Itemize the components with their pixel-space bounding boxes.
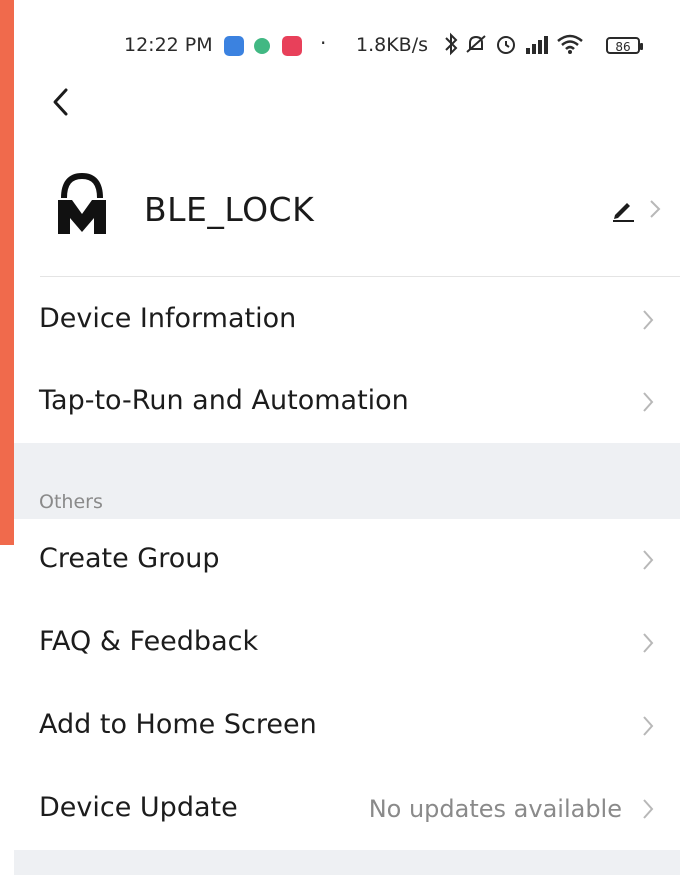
device-settings-screen: 12:22 PM · 1.8KB/s 86 BLE_LOCK Device In… [14,0,680,875]
row-device-information[interactable]: Device Information [14,279,680,361]
device-header[interactable]: BLE_LOCK [14,160,680,270]
divider [40,276,680,277]
back-button[interactable] [44,84,80,120]
status-bar: 12:22 PM · 1.8KB/s 86 [14,26,680,66]
chevron-right-icon [643,799,654,819]
backdrop-strip [0,0,14,545]
section-gap-bottom [14,850,680,875]
edit-name-button[interactable] [610,196,636,222]
row-label: Tap-to-Run and Automation [39,385,409,416]
chevron-right-icon [648,198,662,220]
status-dot: · [320,31,327,55]
row-label: Device Update [39,792,238,823]
row-label: Device Information [39,303,297,334]
chevron-left-icon [53,88,68,116]
device-name: BLE_LOCK [144,190,315,229]
chevron-right-icon [643,716,654,736]
row-label: Create Group [39,543,220,574]
bluetooth-icon [445,32,458,56]
chevron-right-icon [643,550,654,570]
row-add-to-home-screen[interactable]: Add to Home Screen [14,685,680,767]
update-status: No updates available [368,795,622,823]
phone-frame: 12:22 PM · 1.8KB/s 86 BLE_LOCK Device In… [0,0,680,875]
alarm-icon [497,36,515,54]
app-icon-blue [224,36,244,56]
pencil-icon [613,203,634,222]
app-icon-red [282,36,302,56]
row-tap-to-run-automation[interactable]: Tap-to-Run and Automation [14,361,680,443]
battery-icon: 86 [606,37,643,54]
signal-icon [526,36,548,54]
lock-logo-icon [54,172,110,238]
row-device-update[interactable]: Device Update No updates available [14,768,680,850]
app-icon-green [254,38,270,54]
network-speed: 1.8KB/s [356,34,429,56]
status-time: 12:22 PM [124,34,213,56]
row-create-group[interactable]: Create Group [14,519,680,601]
chevron-right-icon [643,310,654,330]
mute-icon [466,35,486,53]
section-title: Others [39,491,103,513]
row-faq-feedback[interactable]: FAQ & Feedback [14,602,680,684]
chevron-right-icon [643,633,654,653]
chevron-right-icon [643,392,654,412]
wifi-icon [557,34,583,54]
row-label: FAQ & Feedback [39,626,259,657]
row-label: Add to Home Screen [39,709,317,740]
section-header-others: Others [14,443,680,519]
status-icons [444,32,584,56]
